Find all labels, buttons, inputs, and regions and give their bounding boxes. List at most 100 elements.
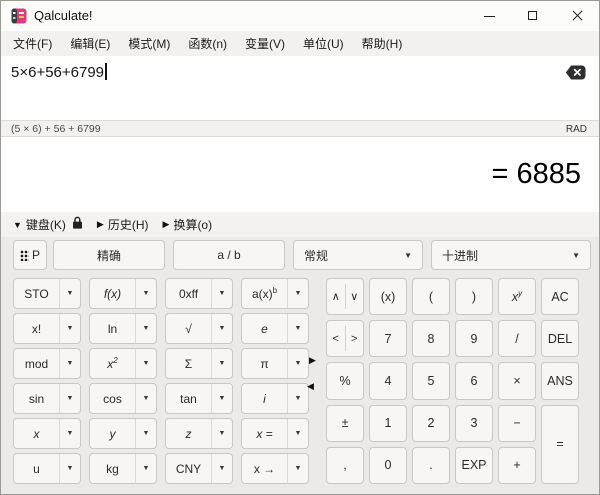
key-digit-2[interactable]: 2 <box>412 404 450 442</box>
key-unit-u-dropdown[interactable]: ▼ <box>59 454 80 483</box>
key-convert-to-dropdown[interactable]: ▼ <box>287 454 308 483</box>
key-ans[interactable]: ANS <box>541 362 579 400</box>
key-sin-dropdown[interactable]: ▼ <box>59 384 80 413</box>
key-e-constant[interactable]: e <box>242 314 287 343</box>
key-sum-dropdown[interactable]: ▼ <box>211 349 232 378</box>
keyboard-panel-toggle[interactable]: ▼ 键盘(K) <box>9 214 70 235</box>
minimize-button[interactable] <box>467 1 511 31</box>
key-right-paren[interactable]: ) <box>455 278 493 316</box>
menu-edit[interactable]: 编辑(E) <box>61 31 119 56</box>
menu-mode[interactable]: 模式(M) <box>119 31 179 56</box>
key-imaginary-i[interactable]: i <box>242 384 287 413</box>
key-power[interactable]: xy <box>498 278 536 316</box>
key-digit-8[interactable]: 8 <box>412 320 450 358</box>
key-digit-1[interactable]: 1 <box>369 404 407 442</box>
key-digit-9[interactable]: 9 <box>455 320 493 358</box>
collapse-keypad-handle[interactable]: ◀ <box>307 381 314 392</box>
key-mod[interactable]: mod <box>14 349 59 378</box>
key-minus[interactable]: − <box>498 404 536 442</box>
key-sqrt[interactable]: √ <box>166 314 211 343</box>
key-left-paren[interactable]: ( <box>412 278 450 316</box>
key-up-down[interactable]: ∧ ∨ <box>326 278 364 316</box>
key-unit-kg-dropdown[interactable]: ▼ <box>135 454 156 483</box>
output-mode-dropdown[interactable]: 常规 ▼ <box>293 240 423 270</box>
key-ln[interactable]: ln <box>90 314 135 343</box>
convert-panel-toggle[interactable]: ▶ 换算(o) <box>159 214 217 235</box>
key-var-x-dropdown[interactable]: ▼ <box>59 419 80 448</box>
key-imaginary-i-dropdown[interactable]: ▼ <box>287 384 308 413</box>
key-var-y[interactable]: y <box>90 419 135 448</box>
programming-keypad-button[interactable]: P <box>13 240 47 270</box>
key-equals[interactable]: = <box>541 404 579 484</box>
key-currency-cny-dropdown[interactable]: ▼ <box>211 454 232 483</box>
exact-mode-button[interactable]: 精确 <box>53 240 165 270</box>
menu-units[interactable]: 单位(U) <box>294 31 353 56</box>
key-digit-3[interactable]: 3 <box>455 404 493 442</box>
key-comma[interactable]: , <box>326 446 364 484</box>
key-digit-6[interactable]: 6 <box>455 362 493 400</box>
key-sqrt-dropdown[interactable]: ▼ <box>211 314 232 343</box>
key-unit-kg[interactable]: kg <box>90 454 135 483</box>
key-left-right[interactable]: < > <box>326 320 364 358</box>
key-pi[interactable]: π <box>242 349 287 378</box>
menu-functions[interactable]: 函数(n) <box>179 31 236 56</box>
key-x-equals[interactable]: x = <box>242 419 287 448</box>
key-x-equals-dropdown[interactable]: ▼ <box>287 419 308 448</box>
key-multiply[interactable]: × <box>498 362 536 400</box>
key-sto[interactable]: STO <box>14 279 59 308</box>
key-function-dropdown[interactable]: ▼ <box>135 279 156 308</box>
key-ln-dropdown[interactable]: ▼ <box>135 314 156 343</box>
key-plus[interactable]: + <box>498 446 536 484</box>
key-hex-base[interactable]: 0xff <box>166 279 211 308</box>
key-factorial-dropdown[interactable]: ▼ <box>59 314 80 343</box>
key-divide[interactable]: / <box>498 320 536 358</box>
key-function[interactable]: f(x) <box>90 279 135 308</box>
key-exp[interactable]: EXP <box>455 446 493 484</box>
key-factorial[interactable]: x! <box>14 314 59 343</box>
key-plus-minus[interactable]: ± <box>326 404 364 442</box>
key-mod-dropdown[interactable]: ▼ <box>59 349 80 378</box>
maximize-button[interactable] <box>511 1 555 31</box>
clear-input-button[interactable] <box>564 65 586 81</box>
key-digit-7[interactable]: 7 <box>369 320 407 358</box>
key-var-x[interactable]: x <box>14 419 59 448</box>
key-ac[interactable]: AC <box>541 278 579 316</box>
key-pi-dropdown[interactable]: ▼ <box>287 349 308 378</box>
history-panel-toggle[interactable]: ▶ 历史(H) <box>93 214 153 235</box>
key-del[interactable]: DEL <box>541 320 579 358</box>
close-button[interactable] <box>555 1 599 31</box>
key-smart-parentheses[interactable]: (x) <box>369 278 407 316</box>
key-unit-u[interactable]: u <box>14 454 59 483</box>
key-var-z-dropdown[interactable]: ▼ <box>211 419 232 448</box>
key-e-constant-dropdown[interactable]: ▼ <box>287 314 308 343</box>
fraction-mode-button[interactable]: a / b <box>173 240 285 270</box>
key-digit-4[interactable]: 4 <box>369 362 407 400</box>
key-sto-dropdown[interactable]: ▼ <box>59 279 80 308</box>
key-currency-cny[interactable]: CNY <box>166 454 211 483</box>
key-var-y-dropdown[interactable]: ▼ <box>135 419 156 448</box>
key-hex-base-dropdown[interactable]: ▼ <box>211 279 232 308</box>
key-named-function-dropdown[interactable]: ▼ <box>287 279 308 308</box>
menu-help[interactable]: 帮助(H) <box>353 31 412 56</box>
expression-input[interactable]: 5×6+56+6799 <box>1 56 599 120</box>
key-sin[interactable]: sin <box>14 384 59 413</box>
key-tan[interactable]: tan <box>166 384 211 413</box>
number-base-dropdown[interactable]: 十进制 ▼ <box>431 240 591 270</box>
key-var-z[interactable]: z <box>166 419 211 448</box>
key-square-dropdown[interactable]: ▼ <box>135 349 156 378</box>
key-digit-0[interactable]: 0 <box>369 446 407 484</box>
key-tan-dropdown[interactable]: ▼ <box>211 384 232 413</box>
key-convert-to[interactable]: x → <box>242 454 287 483</box>
key-sum[interactable]: Σ <box>166 349 211 378</box>
expand-keypad-handle[interactable]: ▶ <box>309 355 316 366</box>
key-digit-5[interactable]: 5 <box>412 362 450 400</box>
key-square[interactable]: x2 <box>90 349 135 378</box>
menu-file[interactable]: 文件(F) <box>4 31 61 56</box>
key-dot[interactable]: . <box>412 446 450 484</box>
key-cos[interactable]: cos <box>90 384 135 413</box>
key-percent[interactable]: % <box>326 362 364 400</box>
keypad-lock-button[interactable] <box>72 216 83 234</box>
menu-variables[interactable]: 变量(V) <box>236 31 294 56</box>
key-cos-dropdown[interactable]: ▼ <box>135 384 156 413</box>
key-named-function[interactable]: a(x)b <box>242 279 287 308</box>
